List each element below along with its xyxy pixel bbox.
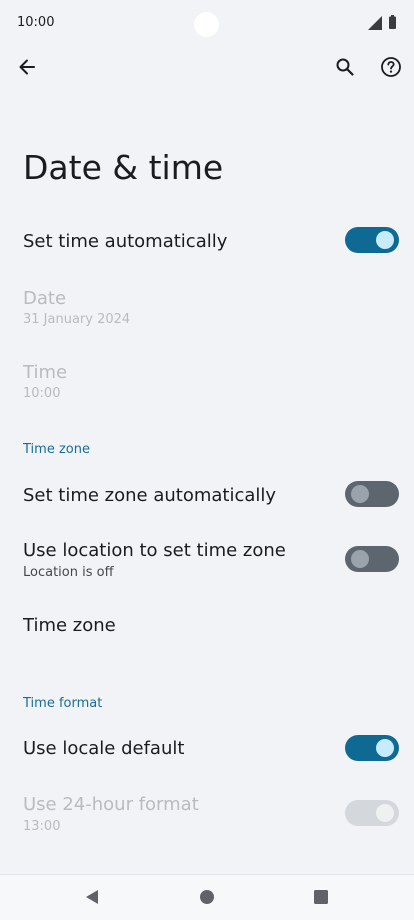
- arrow-left-icon: [19, 59, 35, 75]
- set-time-zone-automatically-label: Set time zone automatically: [23, 485, 277, 506]
- time-value: 10:00: [23, 386, 61, 401]
- switch-thumb: [351, 550, 369, 568]
- use-locale-default-switch[interactable]: [345, 735, 399, 761]
- help-button[interactable]: [373, 49, 409, 85]
- nav-back-icon: [86, 890, 98, 904]
- switch-thumb: [376, 739, 394, 757]
- switch-thumb: [376, 804, 394, 822]
- date-row[interactable]: Date 31 January 2024: [0, 280, 414, 336]
- set-time-automatically-switch[interactable]: [345, 227, 399, 253]
- use-24-hour-format-summary: 13:00: [23, 819, 61, 834]
- time-zone-section-header: Time zone: [23, 442, 90, 457]
- app-bar: [0, 48, 414, 88]
- date-time-settings-screen: 10:00 Date & time Set time automatically…: [0, 0, 414, 920]
- nav-home-button[interactable]: [195, 885, 219, 909]
- use-location-switch[interactable]: [345, 546, 399, 572]
- switch-thumb: [376, 231, 394, 249]
- battery-icon: [389, 15, 396, 29]
- status-bar: 10:00: [0, 0, 414, 48]
- search-button[interactable]: [327, 49, 363, 85]
- search-icon: [336, 58, 354, 76]
- nav-back-button[interactable]: [80, 885, 104, 909]
- time-label: Time: [23, 362, 68, 383]
- use-location-summary: Location is off: [23, 565, 114, 580]
- set-time-automatically-label: Set time automatically: [23, 231, 228, 252]
- date-value: 31 January 2024: [23, 312, 131, 327]
- time-format-section-header: Time format: [23, 696, 103, 711]
- camera-cutout: [194, 12, 219, 37]
- time-zone-label: Time zone: [23, 615, 116, 636]
- navigation-bar: [0, 874, 414, 920]
- page-title: Date & time: [23, 148, 224, 187]
- nav-home-icon: [200, 890, 214, 904]
- use-location-label: Use location to set time zone: [23, 540, 286, 561]
- date-label: Date: [23, 288, 67, 309]
- time-row[interactable]: Time 10:00: [0, 354, 414, 410]
- signal-icon: [368, 16, 382, 30]
- status-time: 10:00: [17, 15, 55, 30]
- switch-thumb: [351, 485, 369, 503]
- use-locale-default-label: Use locale default: [23, 738, 185, 759]
- help-icon: [381, 57, 401, 77]
- time-zone-row[interactable]: Time zone: [0, 602, 414, 652]
- use-24-hour-format-label: Use 24-hour format: [23, 794, 199, 815]
- use-24-hour-format-switch[interactable]: [345, 800, 399, 826]
- nav-recents-icon: [314, 890, 328, 904]
- set-time-zone-automatically-switch[interactable]: [345, 481, 399, 507]
- nav-recents-button[interactable]: [309, 885, 333, 909]
- back-button[interactable]: [9, 49, 45, 85]
